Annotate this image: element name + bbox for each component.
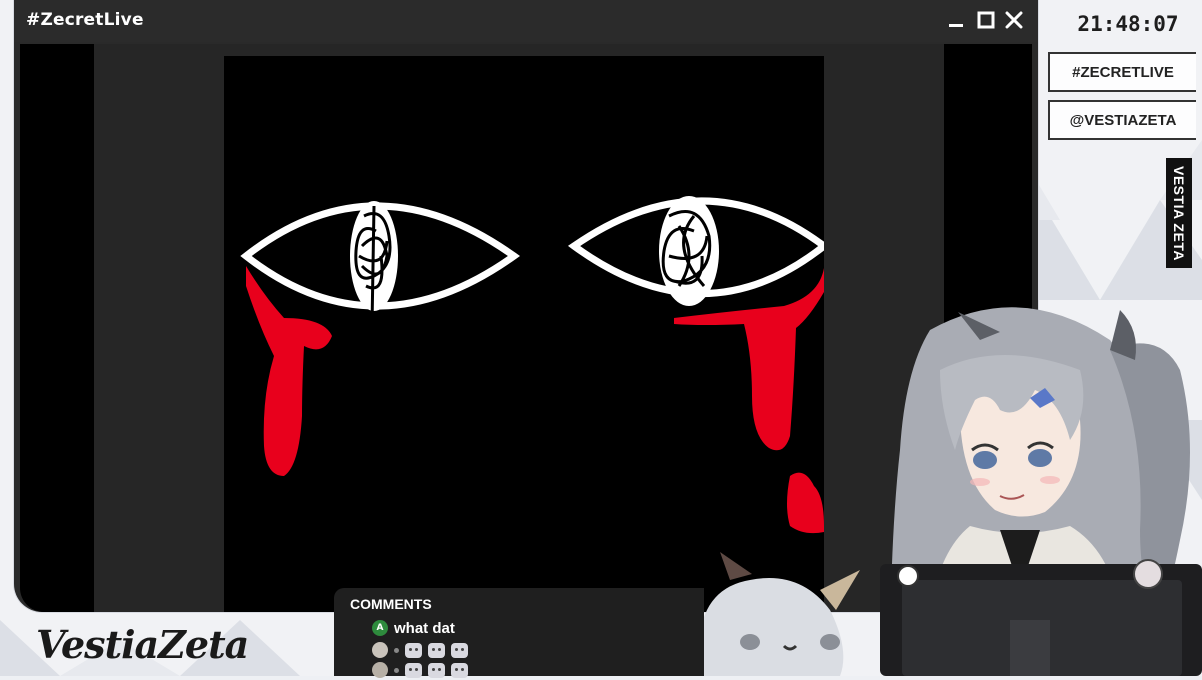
minimize-button[interactable] — [944, 8, 968, 32]
vtuber-avatar — [698, 307, 1202, 676]
handle-box: @VESTIAZETA — [1048, 100, 1196, 140]
close-button[interactable] — [1002, 8, 1026, 32]
close-icon — [1005, 11, 1023, 29]
vertical-name-label: VESTIA ZETA — [1171, 165, 1187, 261]
emote-icon — [451, 662, 468, 678]
emote-icon — [451, 642, 468, 658]
channel-logo: VestiaZeta — [36, 622, 266, 670]
emote-icon — [428, 642, 445, 658]
comment-text: what dat — [394, 619, 455, 637]
emote-icon — [428, 662, 445, 678]
commenter-avatar: A — [372, 620, 388, 636]
vertical-name-tab: VESTIA ZETA — [1166, 158, 1192, 268]
emote-icon — [405, 662, 422, 678]
minimize-icon — [949, 24, 963, 27]
role-dot-icon — [394, 647, 399, 653]
window-titlebar[interactable]: #ZecretLive — [14, 0, 1038, 42]
comments-panel: COMMENTS A what dat — [334, 588, 704, 678]
comment-row: A what dat — [372, 618, 455, 638]
commenter-avatar — [372, 642, 388, 658]
comment-row — [372, 660, 468, 680]
hashtag-box: #ZECRETLIVE — [1048, 52, 1196, 92]
window-title: #ZecretLive — [26, 10, 144, 30]
comment-row — [372, 640, 468, 660]
comments-header: COMMENTS — [350, 596, 432, 612]
maximize-icon — [977, 11, 995, 29]
maximize-button[interactable] — [974, 8, 998, 32]
logo-text: VestiaZeta — [36, 622, 249, 667]
stream-clock: 21:48:07 — [1077, 12, 1179, 36]
emote-icon — [405, 642, 422, 658]
role-dot-icon — [394, 667, 399, 673]
